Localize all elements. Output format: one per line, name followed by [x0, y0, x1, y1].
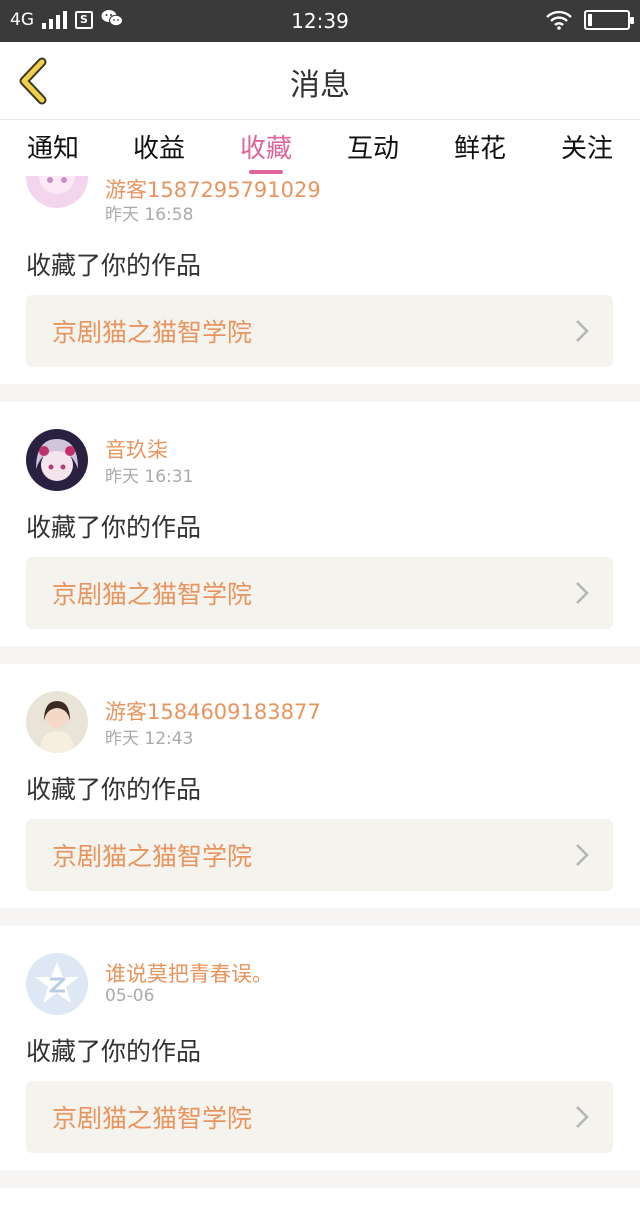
action-text: 收藏了你的作品 [26, 513, 202, 542]
message-card [0, 1188, 640, 1205]
action-text: 收藏了你的作品 [26, 1037, 202, 1066]
tab-earnings[interactable]: 收益 [106, 128, 212, 165]
battery-icon [584, 10, 634, 30]
tab-flowers[interactable]: 鲜花 [427, 128, 533, 165]
status-bar: 4G S 12:39 [0, 0, 640, 42]
status-right [546, 10, 634, 30]
work-title: 京剧猫之猫智学院 [52, 1104, 253, 1133]
message-card: 音玖柒 昨天 16:31 收藏了你的作品 京剧猫之猫智学院 [0, 402, 640, 646]
message-list[interactable]: 游客15872957910​29 昨天 16:58 收藏了你的作品 京剧猫之猫智… [0, 176, 640, 1205]
tab-following[interactable]: 关注 [534, 128, 640, 165]
work-link[interactable]: 京剧猫之猫智学院 [26, 557, 613, 629]
avatar[interactable] [26, 176, 88, 208]
nav-header: 消息 [0, 42, 640, 120]
action-text: 收藏了你的作品 [26, 775, 202, 804]
message-time: 昨天 12:43 [105, 729, 194, 749]
work-link[interactable]: 京剧猫之猫智学院 [26, 1081, 613, 1153]
tab-favorites[interactable]: 收藏 [213, 128, 319, 174]
work-title: 京剧猫之猫智学院 [52, 318, 253, 347]
work-title: 京剧猫之猫智学院 [52, 580, 253, 609]
wifi-icon [546, 10, 572, 30]
avatar[interactable] [26, 691, 88, 753]
message-time: 昨天 16:58 [105, 205, 194, 225]
action-text: 收藏了你的作品 [26, 251, 202, 280]
message-time: 05-06 [105, 986, 155, 1006]
clock: 12:39 [291, 9, 349, 33]
message-time: 昨天 16:31 [105, 467, 194, 487]
avatar[interactable] [26, 953, 88, 1015]
tab-interactions[interactable]: 互动 [320, 128, 426, 165]
message-card: 谁说莫把青春误。 05-06 收藏了你的作品 京剧猫之猫智学院 [0, 926, 640, 1170]
message-card: 游客1584609183877 昨天 12:43 收藏了你的作品 京剧猫之猫智学… [0, 664, 640, 908]
chevron-right-icon [576, 844, 589, 866]
tab-bar: 通知 收益 收藏 互动 鲜花 关注 [0, 120, 640, 176]
chevron-right-icon [576, 320, 589, 342]
page-title: 消息 [290, 68, 350, 103]
user-name[interactable]: 谁说莫把青春误。 [105, 958, 273, 988]
message-card: 游客15872957910​29 昨天 16:58 收藏了你的作品 京剧猫之猫智… [0, 176, 640, 384]
avatar[interactable] [26, 429, 88, 491]
tab-notifications[interactable]: 通知 [0, 128, 106, 165]
work-link[interactable]: 京剧猫之猫智学院 [26, 819, 613, 891]
chevron-right-icon [576, 1106, 589, 1128]
chevron-right-icon [576, 582, 589, 604]
work-title: 京剧猫之猫智学院 [52, 842, 253, 871]
user-name[interactable]: 音玖柒 [105, 434, 168, 464]
work-link[interactable]: 京剧猫之猫智学院 [26, 295, 613, 367]
user-name[interactable]: 游客1584609183877 [105, 696, 321, 726]
active-tab-indicator [249, 170, 283, 174]
